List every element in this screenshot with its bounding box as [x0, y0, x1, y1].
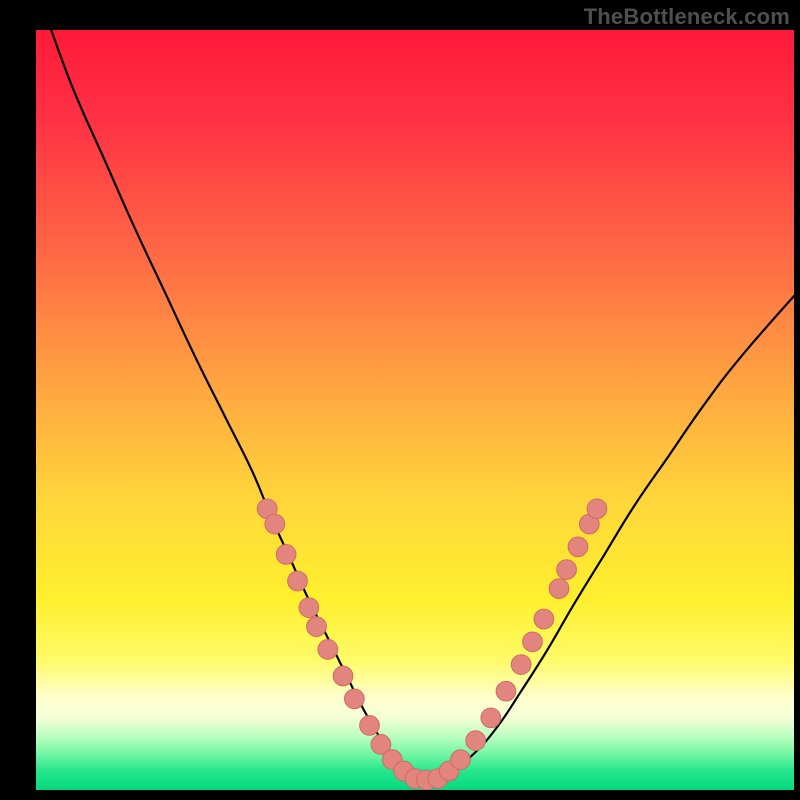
- curve-marker: [534, 609, 554, 629]
- curve-marker: [345, 689, 365, 709]
- curve-marker: [276, 545, 296, 565]
- curve-marker: [549, 579, 569, 599]
- curve-marker: [587, 499, 607, 519]
- curve-marker: [523, 632, 543, 652]
- curve-marker: [568, 537, 588, 557]
- curve-marker: [307, 617, 327, 637]
- curve-marker: [288, 571, 308, 591]
- curve-marker: [451, 750, 471, 770]
- curve-marker: [265, 514, 285, 534]
- curve-marker: [333, 666, 353, 686]
- curve-marker: [481, 708, 501, 728]
- gradient-background: [36, 30, 794, 790]
- curve-marker: [360, 716, 380, 736]
- curve-marker: [299, 598, 319, 618]
- curve-marker: [557, 560, 577, 580]
- curve-marker: [496, 681, 516, 701]
- curve-marker: [511, 655, 531, 675]
- chart-frame: TheBottleneck.com: [0, 0, 800, 800]
- curve-marker: [318, 640, 338, 660]
- curve-marker: [466, 731, 486, 751]
- watermark-text: TheBottleneck.com: [584, 4, 790, 30]
- chart-svg: [36, 30, 794, 790]
- plot-area: [36, 30, 794, 790]
